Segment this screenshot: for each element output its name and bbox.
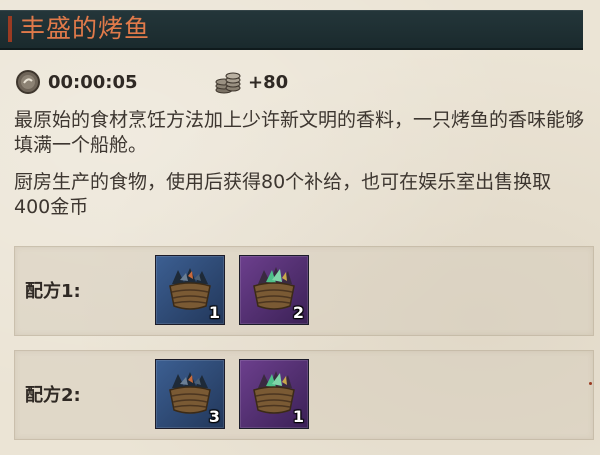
- supply-gain: +80: [214, 68, 288, 96]
- ingredient-count: 1: [208, 303, 220, 322]
- ingredient-slot[interactable]: 1: [155, 255, 225, 325]
- item-flavor-text: 最原始的食材烹饪方法加上少许新文明的香料，一只烤鱼的香味能够填满一个船舱。: [14, 109, 585, 156]
- ingredient-count: 1: [292, 407, 304, 426]
- ingredient-slot[interactable]: 2: [239, 255, 309, 325]
- decorative-speck: [589, 382, 592, 385]
- item-title: 丰盛的烤鱼: [20, 14, 151, 43]
- coin-clock-icon: [16, 70, 40, 94]
- ingredient-slot[interactable]: 3: [155, 359, 225, 429]
- coin-stack-icon: [215, 72, 241, 94]
- ingredient-slot[interactable]: 1: [239, 359, 309, 429]
- recipe-row: 配方1: 1 2: [14, 246, 594, 336]
- ingredient-count: 2: [292, 303, 304, 322]
- recipe-label: 配方2:: [25, 385, 81, 406]
- item-stats: 00:00:05 +80: [14, 68, 574, 96]
- title-bar: 丰盛的烤鱼: [0, 10, 583, 50]
- title-accent: [8, 16, 12, 42]
- recipe-row: 配方2: 3 1: [14, 350, 594, 440]
- production-time: 00:00:05: [14, 68, 138, 96]
- item-tooltip-panel: 丰盛的烤鱼 00:00:05 +80 最原始的食材烹饪方法加上少许新文明的香料，…: [0, 0, 600, 455]
- supply-gain-value: +80: [248, 71, 289, 93]
- item-usage-text: 厨房生产的食物，使用后获得80个补给，也可在娱乐室出售换取400金币: [14, 171, 552, 218]
- ingredient-count: 3: [208, 407, 220, 426]
- production-time-value: 00:00:05: [48, 71, 138, 93]
- recipe-label: 配方1:: [25, 281, 81, 302]
